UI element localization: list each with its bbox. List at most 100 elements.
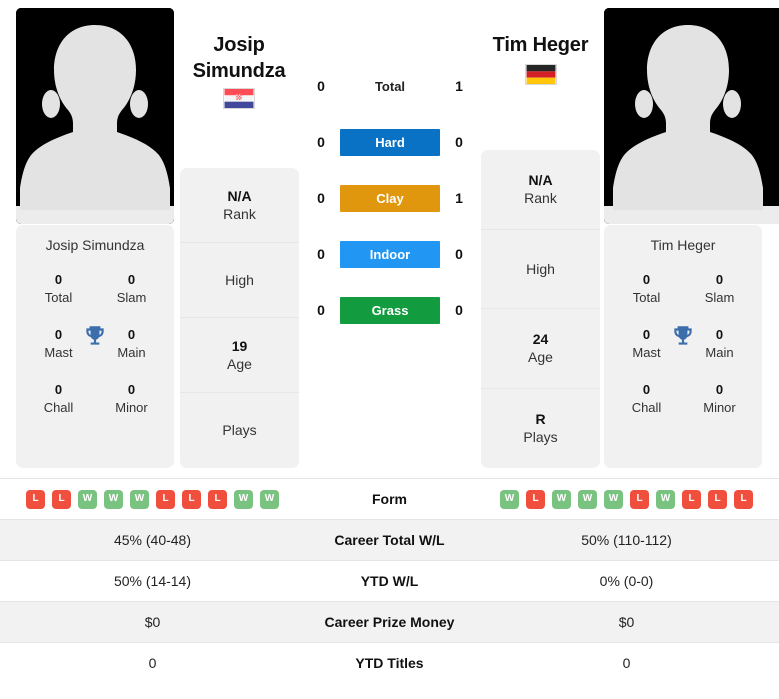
right-plays-value: R	[535, 411, 546, 428]
form-badge-win: W	[260, 489, 279, 509]
left-total-titles-label: Total	[44, 289, 73, 305]
croatia-flag-icon	[223, 88, 255, 109]
table-row: 50% (14-14) YTD W/L 0% (0-0)	[0, 560, 779, 602]
right-age-label: Age	[528, 349, 553, 366]
form-badge-win: W	[552, 489, 571, 509]
right-total-titles: 0 Total	[610, 271, 683, 306]
left-player-avatar[interactable]	[16, 8, 174, 224]
h2h-total-label: Total	[374, 78, 406, 94]
form-badge-win: W	[604, 489, 623, 509]
right-chall-titles: 0 Chall	[610, 381, 683, 416]
right-titles-grid: 0 Total 0 Slam 0 Mast 0 Main 0 Chall 0 M…	[610, 271, 756, 416]
comparison-header: Josip Simundza Tim Heger 0 Total 1 0 Har…	[0, 0, 779, 478]
trophy-icon	[670, 323, 696, 349]
table-row: 45% (40-48) Career Total W/L 50% (110-11…	[0, 519, 779, 561]
left-career-total-wl: 45% (40-48)	[0, 519, 305, 561]
h2h-clay-label[interactable]: Clay	[340, 184, 440, 212]
form-badge-loss: L	[26, 489, 45, 509]
left-minor-titles: 0 Minor	[95, 381, 168, 416]
h2h-hard-left-score: 0	[317, 134, 325, 150]
left-chall-titles: 0 Chall	[22, 381, 95, 416]
left-player-name[interactable]: Josip Simundza	[180, 33, 298, 84]
head-to-head-panel: 0 Total 1 0 Hard 0 0 Clay 1 0 Indoor 0 0	[310, 58, 470, 338]
left-slam-titles-value: 0	[127, 272, 136, 287]
right-form-strip: WLWWWLWLLL	[478, 489, 775, 509]
left-titles-grid: 0 Total 0 Slam 0 Mast 0 Main 0 Chall 0 M…	[22, 271, 168, 416]
form-badge-loss: L	[526, 489, 545, 509]
right-total-titles-value: 0	[642, 272, 651, 287]
h2h-clay-left-score: 0	[317, 190, 325, 206]
left-minor-titles-label: Minor	[115, 399, 148, 415]
right-career-total-wl: 50% (110-112)	[474, 519, 779, 561]
right-minor-titles: 0 Minor	[683, 381, 756, 416]
left-high-label: High	[225, 271, 254, 288]
form-badge-loss: L	[156, 489, 175, 509]
player-comparison-page: Josip Simundza Tim Heger 0 Total 1 0 Har…	[0, 0, 779, 699]
right-career-prize-money: $0	[474, 601, 779, 643]
right-info-plays: R Plays	[481, 389, 600, 469]
left-plays-label: Plays	[222, 422, 257, 439]
form-badge-win: W	[104, 489, 123, 509]
row-label-form: Form	[305, 478, 474, 520]
left-info-plays: Plays	[180, 393, 299, 468]
right-info-age: 24 Age	[481, 309, 600, 389]
right-minor-titles-label: Minor	[703, 399, 736, 415]
right-slam-titles-label: Slam	[704, 289, 735, 305]
left-chall-titles-value: 0	[54, 382, 63, 398]
left-player-name-line1: Josip	[213, 34, 265, 56]
form-badge-loss: L	[52, 489, 71, 509]
h2h-row-total: 0 Total 1	[310, 58, 470, 114]
left-ytd-titles: 0	[0, 642, 305, 684]
right-plays-label: Plays	[523, 429, 558, 446]
table-row: LLWWWLLLWW Form WLWWWLWLLL	[0, 478, 779, 520]
h2h-indoor-label[interactable]: Indoor	[340, 240, 440, 268]
right-player-name[interactable]: Tim Heger	[480, 33, 601, 59]
left-player-name-line2: Simundza	[192, 59, 286, 82]
h2h-hard-right-score: 0	[455, 134, 463, 150]
h2h-hard-label[interactable]: Hard	[340, 128, 440, 156]
form-badge-win: W	[234, 489, 253, 509]
form-badge-loss: L	[208, 489, 227, 509]
form-badge-win: W	[578, 489, 597, 509]
form-badge-win: W	[656, 489, 675, 509]
form-badge-loss: L	[734, 489, 753, 509]
right-player-info-card: N/A Rank High 24 Age R Plays	[481, 150, 600, 468]
form-badge-loss: L	[682, 489, 701, 509]
right-rank-value: N/A	[528, 172, 553, 189]
left-info-rank: N/A Rank	[180, 168, 299, 243]
right-rank-label: Rank	[524, 190, 557, 207]
left-info-age: 19 Age	[180, 318, 299, 393]
left-titles-card-name: Josip Simundza	[45, 237, 145, 253]
left-form-cell: LLWWWLLLWW	[0, 478, 305, 520]
right-ytd-titles: 0	[474, 642, 779, 684]
right-info-rank: N/A Rank	[481, 150, 600, 230]
form-badge-win: W	[130, 489, 149, 509]
left-minor-titles-value: 0	[127, 382, 136, 398]
left-info-high: High	[180, 243, 299, 318]
left-ytd-wl: 50% (14-14)	[0, 560, 305, 602]
left-total-titles-value: 0	[54, 272, 63, 287]
left-player-titles-card: Josip Simundza 0 Total 0 Slam 0 Mast 0 M…	[16, 225, 174, 468]
right-age-value: 24	[532, 331, 549, 348]
right-info-high: High	[481, 230, 600, 309]
form-badge-loss: L	[182, 489, 201, 509]
row-label-career-total-wl: Career Total W/L	[305, 519, 474, 561]
h2h-row-hard: 0 Hard 0	[310, 114, 470, 170]
right-player-name-line1: Tim Heger	[492, 34, 589, 56]
form-badge-win: W	[500, 489, 519, 509]
form-badge-loss: L	[708, 489, 727, 509]
left-rank-label: Rank	[223, 206, 256, 222]
h2h-row-clay: 0 Clay 1	[310, 170, 470, 226]
h2h-total-left-score: 0	[317, 78, 325, 94]
right-player-avatar[interactable]	[604, 8, 779, 224]
left-rank-value: N/A	[227, 187, 252, 204]
h2h-indoor-right-score: 0	[455, 246, 463, 262]
h2h-grass-label[interactable]: Grass	[340, 296, 440, 324]
right-chall-titles-value: 0	[642, 382, 651, 398]
player-placeholder-avatar-icon	[16, 8, 174, 224]
h2h-total-right-score: 1	[455, 78, 463, 94]
table-row: $0 Career Prize Money $0	[0, 601, 779, 643]
left-total-titles: 0 Total	[22, 271, 95, 306]
comparison-table: LLWWWLLLWW Form WLWWWLWLLL 45% (40-48) C…	[0, 478, 779, 684]
h2h-indoor-left-score: 0	[317, 246, 325, 262]
